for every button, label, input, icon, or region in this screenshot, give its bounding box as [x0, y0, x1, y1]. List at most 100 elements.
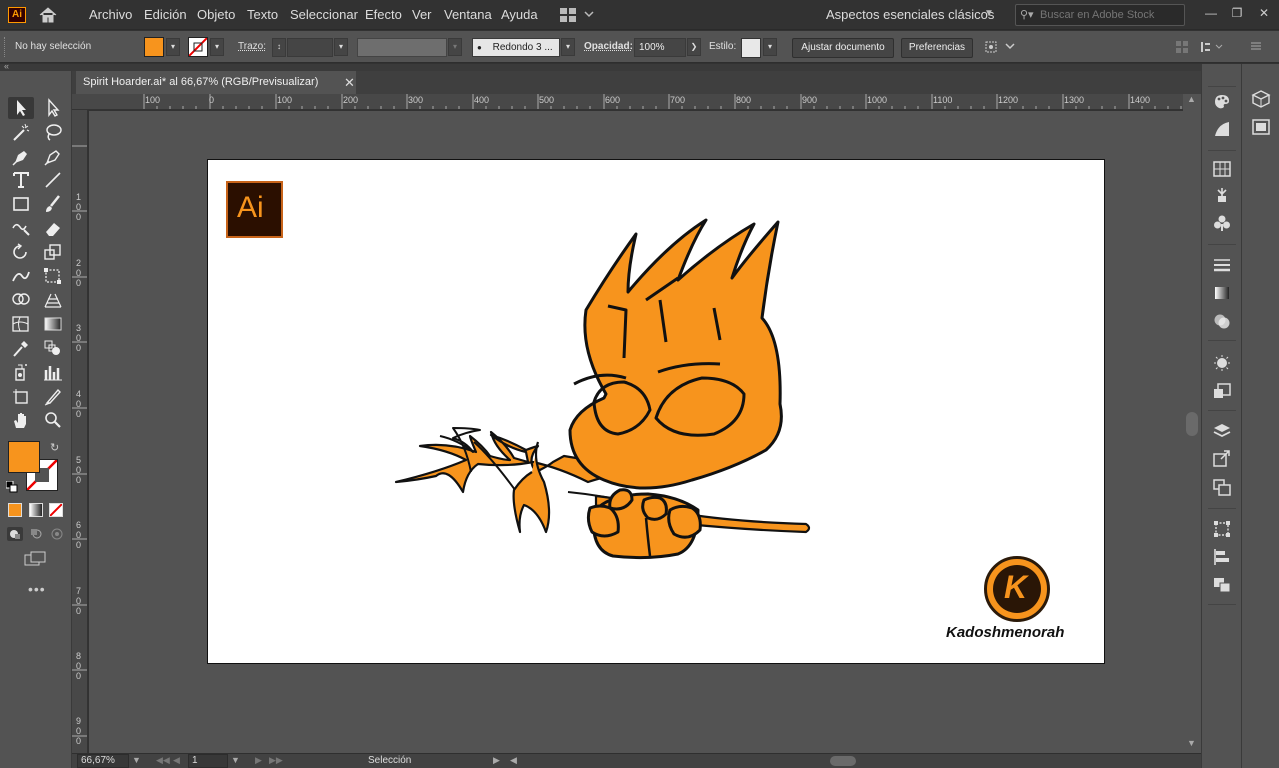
document-tab[interactable]: Spirit Hoarder.ai* al 66,67% (RGB/Previs…: [76, 71, 356, 94]
opacity-dropdown[interactable]: ❯: [687, 38, 701, 56]
variable-width-profile[interactable]: [357, 38, 447, 57]
slice-tool-icon[interactable]: [40, 385, 66, 407]
properties-panel-icon[interactable]: [1251, 118, 1273, 138]
type-tool-icon[interactable]: [8, 169, 34, 191]
hscroll-left-icon[interactable]: ◀: [510, 755, 517, 766]
direct-selection-tool-icon[interactable]: [40, 97, 66, 119]
menu-archivo[interactable]: Archivo: [89, 7, 132, 22]
menu-ver[interactable]: Ver: [412, 7, 432, 22]
magic-wand-tool-icon[interactable]: [8, 121, 34, 143]
artboard-number-field[interactable]: 1: [188, 754, 228, 768]
more-tools-icon[interactable]: •••: [28, 581, 46, 597]
menu-edicion[interactable]: Edición: [144, 7, 187, 22]
menu-objeto[interactable]: Objeto: [197, 7, 235, 22]
workspace-switcher[interactable]: Aspectos esenciales clásicos: [826, 7, 994, 22]
hand-tool-icon[interactable]: [8, 409, 34, 431]
paintbrush-tool-icon[interactable]: [40, 193, 66, 215]
scale-tool-icon[interactable]: [40, 241, 66, 263]
brush-dropdown[interactable]: ▾: [561, 38, 575, 56]
first-artboard-icon[interactable]: ◀◀: [156, 755, 170, 766]
transform-panel-icon[interactable]: [1212, 520, 1234, 540]
color-guide-icon[interactable]: [1212, 120, 1234, 140]
curvature-tool-icon[interactable]: [40, 145, 66, 167]
transform-icon[interactable]: [984, 40, 1016, 57]
artboards-panel-icon[interactable]: [1212, 478, 1234, 498]
stroke-weight-field[interactable]: [287, 38, 333, 57]
last-artboard-icon[interactable]: ▶▶: [269, 755, 283, 766]
next-artboard-icon[interactable]: ▶: [255, 755, 262, 766]
arrange-documents-icon[interactable]: [560, 8, 594, 25]
home-icon[interactable]: [38, 6, 58, 24]
transparency-panel-icon[interactable]: [1212, 312, 1234, 332]
gradient-panel-icon[interactable]: [1212, 284, 1234, 304]
symbols-icon[interactable]: [1212, 214, 1234, 234]
artboard[interactable]: Ai K Kadoshmenorah: [207, 159, 1105, 664]
menu-texto[interactable]: Texto: [247, 7, 278, 22]
swap-colors-icon[interactable]: ↻: [50, 441, 59, 454]
asset-export-icon[interactable]: [1212, 450, 1234, 470]
gradient-tool-icon[interactable]: [40, 313, 66, 335]
perspective-grid-tool-icon[interactable]: [40, 289, 66, 311]
rectangle-tool-icon[interactable]: [8, 193, 34, 215]
stroke-label[interactable]: Trazo:: [238, 41, 266, 52]
swatches-icon[interactable]: [1212, 160, 1234, 180]
align-grid-icon[interactable]: [1176, 41, 1190, 56]
zoom-tool-icon[interactable]: [40, 409, 66, 431]
stock-search[interactable]: ⚲▾: [1015, 4, 1185, 26]
draw-inside-icon[interactable]: [49, 527, 65, 544]
eraser-tool-icon[interactable]: [40, 217, 66, 239]
character-illustration[interactable]: [208, 160, 1106, 665]
appearance-panel-icon[interactable]: [1212, 354, 1234, 374]
chevron-down-icon[interactable]: ▼: [984, 8, 994, 19]
stroke-panel-icon[interactable]: [1212, 256, 1234, 276]
stroke-dropdown[interactable]: ▾: [210, 38, 224, 56]
menu-ventana[interactable]: Ventana: [444, 7, 492, 22]
line-tool-icon[interactable]: [40, 169, 66, 191]
stroke-swatch[interactable]: [188, 37, 208, 57]
color-mode-icon[interactable]: [8, 503, 22, 517]
panel-menu-icon[interactable]: [1250, 40, 1262, 55]
fill-dropdown[interactable]: ▾: [166, 38, 180, 56]
scroll-down-icon[interactable]: ▼: [1187, 738, 1196, 748]
gradient-mode-icon[interactable]: [29, 503, 43, 517]
lasso-tool-icon[interactable]: [40, 121, 66, 143]
zoom-dropdown-icon[interactable]: ▼: [132, 755, 141, 765]
vertical-scrollbar[interactable]: ▲ ▼: [1183, 94, 1201, 753]
selection-tool-icon[interactable]: [8, 97, 34, 119]
horizontal-scroll-thumb[interactable]: [830, 756, 856, 766]
artboard-dropdown-icon[interactable]: ▼: [231, 755, 240, 765]
align-panel-icon[interactable]: [1212, 548, 1234, 568]
search-input[interactable]: [1040, 7, 1180, 23]
close-icon[interactable]: ✕: [1253, 4, 1275, 22]
free-transform-tool-icon[interactable]: [40, 265, 66, 287]
screen-mode-icon[interactable]: [24, 551, 48, 570]
pen-tool-icon[interactable]: [8, 145, 34, 167]
pathfinder-panel-icon[interactable]: [1212, 576, 1234, 596]
close-tab-icon[interactable]: ✕: [344, 71, 358, 94]
status-menu-icon[interactable]: ▶: [493, 755, 500, 766]
style-dropdown[interactable]: ▾: [763, 38, 777, 56]
default-colors-icon[interactable]: [5, 480, 18, 496]
vertical-scroll-thumb[interactable]: [1186, 412, 1198, 436]
minimize-icon[interactable]: —: [1200, 4, 1222, 22]
draw-normal-icon[interactable]: [7, 527, 23, 541]
profile-dropdown[interactable]: ▾: [448, 38, 462, 56]
graphic-styles-icon[interactable]: [1212, 382, 1234, 402]
brush-definition[interactable]: ● Redondo 3 ...: [472, 38, 560, 57]
previous-artboard-icon[interactable]: ◀: [173, 755, 180, 766]
eyedropper-tool-icon[interactable]: [8, 337, 34, 359]
rotate-tool-icon[interactable]: [8, 241, 34, 263]
zoom-field[interactable]: 66,67%: [77, 754, 129, 768]
restore-icon[interactable]: ❐: [1226, 4, 1248, 22]
canvas-area[interactable]: Ai K Kadoshmenorah: [89, 111, 1183, 753]
fit-document-button[interactable]: Ajustar documento: [792, 38, 894, 58]
brushes-icon[interactable]: [1212, 186, 1234, 206]
draw-behind-icon[interactable]: [29, 527, 45, 544]
preferences-button[interactable]: Preferencias: [901, 38, 973, 58]
opacity-label[interactable]: Opacidad:: [584, 41, 633, 52]
collapse-left-icon[interactable]: «: [4, 61, 9, 71]
symbol-sprayer-tool-icon[interactable]: [8, 361, 34, 383]
fill-color-box[interactable]: [8, 441, 40, 473]
artboard-tool-icon[interactable]: [8, 385, 34, 407]
none-mode-icon[interactable]: [49, 503, 63, 517]
